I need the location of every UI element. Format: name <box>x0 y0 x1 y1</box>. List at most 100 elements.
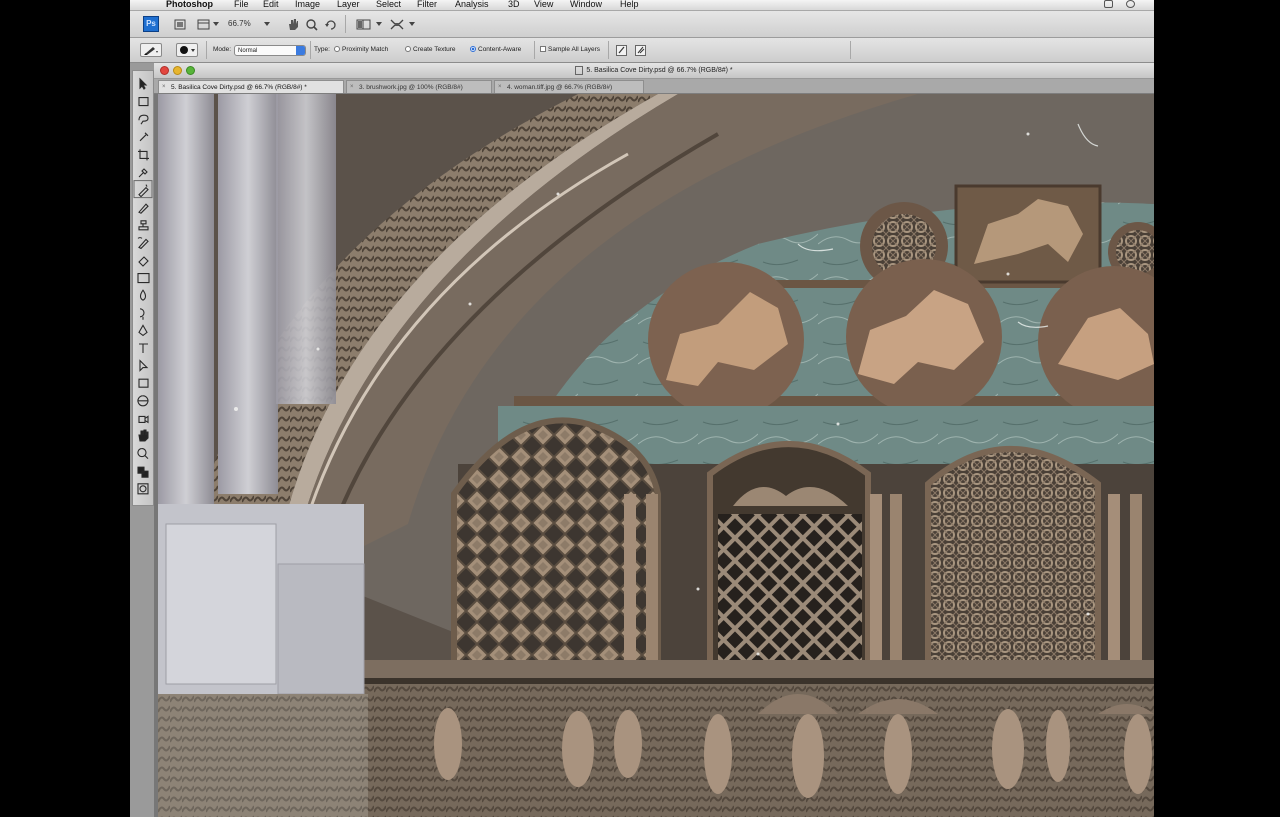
photoshop-window: Photoshop File Edit Image Layer Select F… <box>130 0 1154 817</box>
close-tab-icon[interactable]: × <box>162 81 166 93</box>
menu-3d[interactable]: 3D <box>508 0 520 9</box>
eraser-tool-icon[interactable] <box>138 256 149 267</box>
tools-panel-icons <box>133 77 153 495</box>
pen-tool-icon[interactable] <box>138 324 148 337</box>
tool-preset-picker[interactable] <box>140 43 162 57</box>
divider <box>206 41 207 59</box>
menu-bar: Photoshop File Edit Image Layer Select F… <box>130 0 1154 11</box>
content-aware-radio[interactable]: Content-Aware <box>470 43 521 57</box>
divider <box>310 41 311 59</box>
radio-selected-icon[interactable] <box>470 46 476 53</box>
hand-tool-icon[interactable] <box>138 429 149 442</box>
create-texture-label: Create Texture <box>413 46 456 53</box>
close-tab-icon[interactable]: × <box>350 81 354 93</box>
menu-filter[interactable]: Filter <box>417 0 437 9</box>
mode-select[interactable]: Normal <box>234 45 306 56</box>
color-swatches-icon[interactable] <box>137 466 149 478</box>
spotlight-icon[interactable] <box>1126 0 1135 8</box>
checkbox-icon[interactable] <box>540 46 546 53</box>
mode-label: Mode: <box>213 46 232 53</box>
proximity-match-radio[interactable]: Proximity Match <box>334 43 388 57</box>
divider <box>850 41 851 59</box>
basilica-photo <box>158 94 1154 817</box>
zoom-tool-icon[interactable] <box>137 448 149 459</box>
chevron-down-icon[interactable] <box>213 22 219 26</box>
radio-icon[interactable] <box>334 46 340 53</box>
arrange-documents-icon[interactable] <box>355 17 373 32</box>
3d-rotate-tool-icon[interactable] <box>137 395 149 407</box>
close-tab-icon[interactable]: × <box>498 81 502 93</box>
menu-select[interactable]: Select <box>376 0 401 9</box>
brush-picker[interactable] <box>176 43 198 57</box>
content-aware-label: Content-Aware <box>478 46 522 53</box>
mode-value: Normal <box>238 48 258 54</box>
lasso-tool-icon[interactable] <box>138 114 149 125</box>
document-tab[interactable]: × 3. brushwork.jpg @ 100% (RGB/8#) <box>346 80 492 93</box>
status-menu-icon[interactable] <box>1104 0 1113 8</box>
tools-panel <box>132 70 154 506</box>
quick-select-tool-icon[interactable] <box>139 132 149 142</box>
marquee-tool-icon[interactable] <box>138 97 149 107</box>
tab-label: 5. Basilica Cove Dirty.psd @ 66.7% (RGB/… <box>171 84 307 91</box>
menu-layer[interactable]: Layer <box>337 0 360 9</box>
divider <box>608 41 609 59</box>
brush-tool-icon[interactable] <box>138 203 149 214</box>
3d-camera-tool-icon[interactable] <box>138 415 149 424</box>
zoom-level-field[interactable]: 66.7% <box>228 17 266 30</box>
menu-edit[interactable]: Edit <box>263 0 279 9</box>
sample-all-layers-label: Sample All Layers <box>548 46 601 53</box>
pressure-opacity-icon[interactable] <box>634 43 648 57</box>
document-icon <box>575 65 584 75</box>
document-tab[interactable]: × 4. woman.tiff.jpg @ 66.7% (RGB/8#) <box>494 80 644 93</box>
eyedropper-tool-icon[interactable] <box>138 168 148 178</box>
tab-label: 3. brushwork.jpg @ 100% (RGB/8#) <box>359 84 463 91</box>
history-brush-tool-icon[interactable] <box>137 237 149 250</box>
type-tool-icon[interactable] <box>139 343 148 353</box>
view-extras-icon[interactable] <box>196 17 212 32</box>
document-title: 5. Basilica Cove Dirty.psd @ 66.7% (RGB/… <box>586 67 733 74</box>
menu-photoshop[interactable]: Photoshop <box>166 0 213 9</box>
minimize-window-button[interactable] <box>173 66 182 75</box>
screen-mode-icon[interactable] <box>388 17 406 32</box>
document-title-bar: 5. Basilica Cove Dirty.psd @ 66.7% (RGB/… <box>154 63 1154 79</box>
quick-mask-mode-icon[interactable] <box>137 483 149 495</box>
type-label: Type: <box>314 46 330 53</box>
image-canvas[interactable] <box>158 94 1154 817</box>
move-tool-icon[interactable] <box>139 77 148 90</box>
menu-view[interactable]: View <box>534 0 553 9</box>
menu-file[interactable]: File <box>234 0 249 9</box>
zoom-tool-icon[interactable] <box>304 17 320 32</box>
menu-help[interactable]: Help <box>620 0 639 9</box>
application-bar: Ps 66.7% <box>130 11 1154 38</box>
tab-label: 4. woman.tiff.jpg @ 66.7% (RGB/8#) <box>507 84 613 91</box>
hand-tool-icon[interactable] <box>285 17 301 32</box>
clone-stamp-tool-icon[interactable] <box>138 220 149 231</box>
gradient-tool-icon[interactable] <box>137 273 150 284</box>
document-window: 5. Basilica Cove Dirty.psd @ 66.7% (RGB/… <box>154 63 1154 817</box>
sample-all-layers-checkbox[interactable]: Sample All Layers <box>540 43 600 57</box>
menu-image[interactable]: Image <box>295 0 320 9</box>
launch-bridge-icon[interactable] <box>172 17 188 32</box>
chevron-down-icon[interactable] <box>409 22 415 26</box>
menu-window[interactable]: Window <box>570 0 602 9</box>
document-tab[interactable]: × 5. Basilica Cove Dirty.psd @ 66.7% (RGB… <box>158 80 344 93</box>
spot-healing-brush-tool-icon[interactable] <box>133 180 153 199</box>
document-tab-bar: × 5. Basilica Cove Dirty.psd @ 66.7% (RGB… <box>154 79 1154 94</box>
chevron-down-icon[interactable] <box>296 46 305 55</box>
radio-icon[interactable] <box>405 46 411 53</box>
path-select-tool-icon[interactable] <box>139 359 149 372</box>
shape-tool-icon[interactable] <box>138 378 149 388</box>
options-bar: Mode: Normal Type: Proximity Match Creat… <box>130 38 1154 63</box>
rotate-view-icon[interactable] <box>323 17 339 32</box>
photoshop-logo-icon[interactable]: Ps <box>143 16 159 32</box>
dodge-tool-icon[interactable] <box>139 308 145 320</box>
blur-tool-icon[interactable] <box>139 289 147 301</box>
create-texture-radio[interactable]: Create Texture <box>405 43 456 57</box>
crop-tool-icon[interactable] <box>138 149 149 161</box>
close-window-button[interactable] <box>160 66 169 75</box>
menu-analysis[interactable]: Analysis <box>455 0 489 9</box>
chevron-down-icon[interactable] <box>264 22 270 26</box>
chevron-down-icon[interactable] <box>376 22 382 26</box>
zoom-window-button[interactable] <box>186 66 195 75</box>
pressure-size-icon[interactable] <box>615 43 629 57</box>
